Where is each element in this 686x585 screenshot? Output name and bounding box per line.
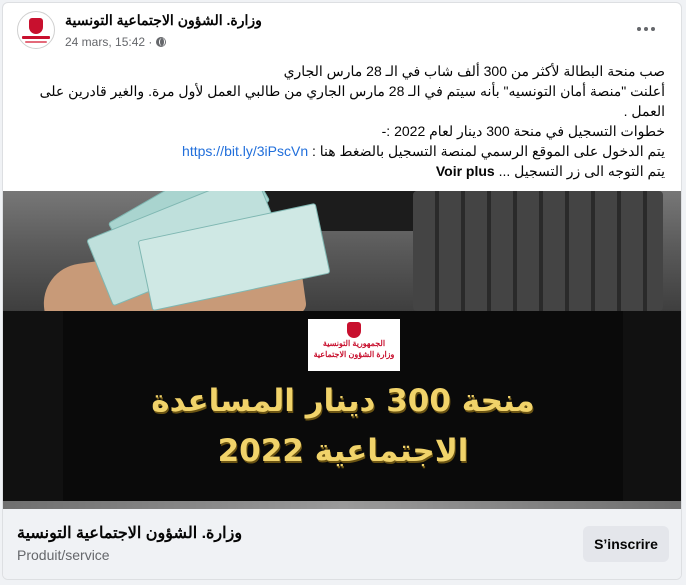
see-more-button[interactable]: Voir plus [436, 163, 495, 179]
emblem-text: وزارة الشؤون الاجتماعية [313, 350, 395, 359]
post-line: يتم التوجه الى زر التسجيل ... Voir plus [19, 161, 665, 181]
page-card-footer: وزارة. الشؤون الاجتماعية التونسية Produi… [3, 509, 681, 579]
avatar-logo-bar [22, 35, 50, 39]
post-line: أعلنت "منصة أمان التونسيه" بأنه سيتم في … [39, 83, 665, 119]
post-line: يتم الدخول على الموقع الرسمي لمنصة التسج… [19, 141, 665, 161]
page-avatar[interactable] [17, 11, 55, 49]
footer-category: Produit/service [17, 547, 110, 563]
avatar-logo-bar-small [25, 40, 47, 43]
post-body: صب منحة البطالة لأكثر من 300 ألف شاب في … [19, 61, 665, 181]
subscribe-button[interactable]: S’inscrire [583, 526, 669, 562]
more-horizontal-icon [637, 27, 641, 31]
footer-page-name[interactable]: وزارة. الشؤون الاجتماعية التونسية [17, 523, 242, 543]
post-meta: 24 mars, 15:42 · [65, 35, 167, 49]
image-headline: منحة 300 دينار المساعدة [151, 383, 535, 419]
tunisia-emblem-icon [29, 17, 43, 34]
image-bottom-stripe [3, 501, 681, 509]
post-timestamp[interactable]: 24 mars, 15:42 · [65, 35, 152, 49]
photo-background [3, 191, 681, 349]
post-line: خطوات التسجيل في منحة 300 دينار لعام 202… [381, 123, 665, 139]
ministry-emblem: الجمهورية التونسية وزارة الشؤون الاجتماع… [308, 319, 400, 371]
tunisia-emblem-icon [347, 322, 361, 338]
post-line-text: يتم التوجه الى زر التسجيل ... [494, 163, 665, 179]
emblem-text: الجمهورية التونسية [322, 339, 386, 348]
globe-icon [156, 37, 167, 47]
post-line-text: يتم الدخول على الموقع الرسمي لمنصة التسج… [308, 143, 665, 159]
post-header: وزارة. الشؤون الاجتماعية التونسية 24 mar… [3, 3, 681, 55]
more-options-button[interactable] [629, 17, 663, 41]
registration-link[interactable]: https://bit.ly/3iPscVn [182, 143, 308, 159]
image-headline: الاجتماعية 2022 [217, 433, 469, 469]
facebook-post: وزارة. الشؤون الاجتماعية التونسية 24 mar… [2, 2, 682, 580]
page-name-link[interactable]: وزارة. الشؤون الاجتماعية التونسية [65, 12, 262, 29]
post-image[interactable]: الجمهورية التونسية وزارة الشؤون الاجتماع… [3, 191, 681, 509]
keyboard-graphic [413, 191, 663, 311]
post-line: صب منحة البطالة لأكثر من 300 ألف شاب في … [283, 63, 665, 79]
